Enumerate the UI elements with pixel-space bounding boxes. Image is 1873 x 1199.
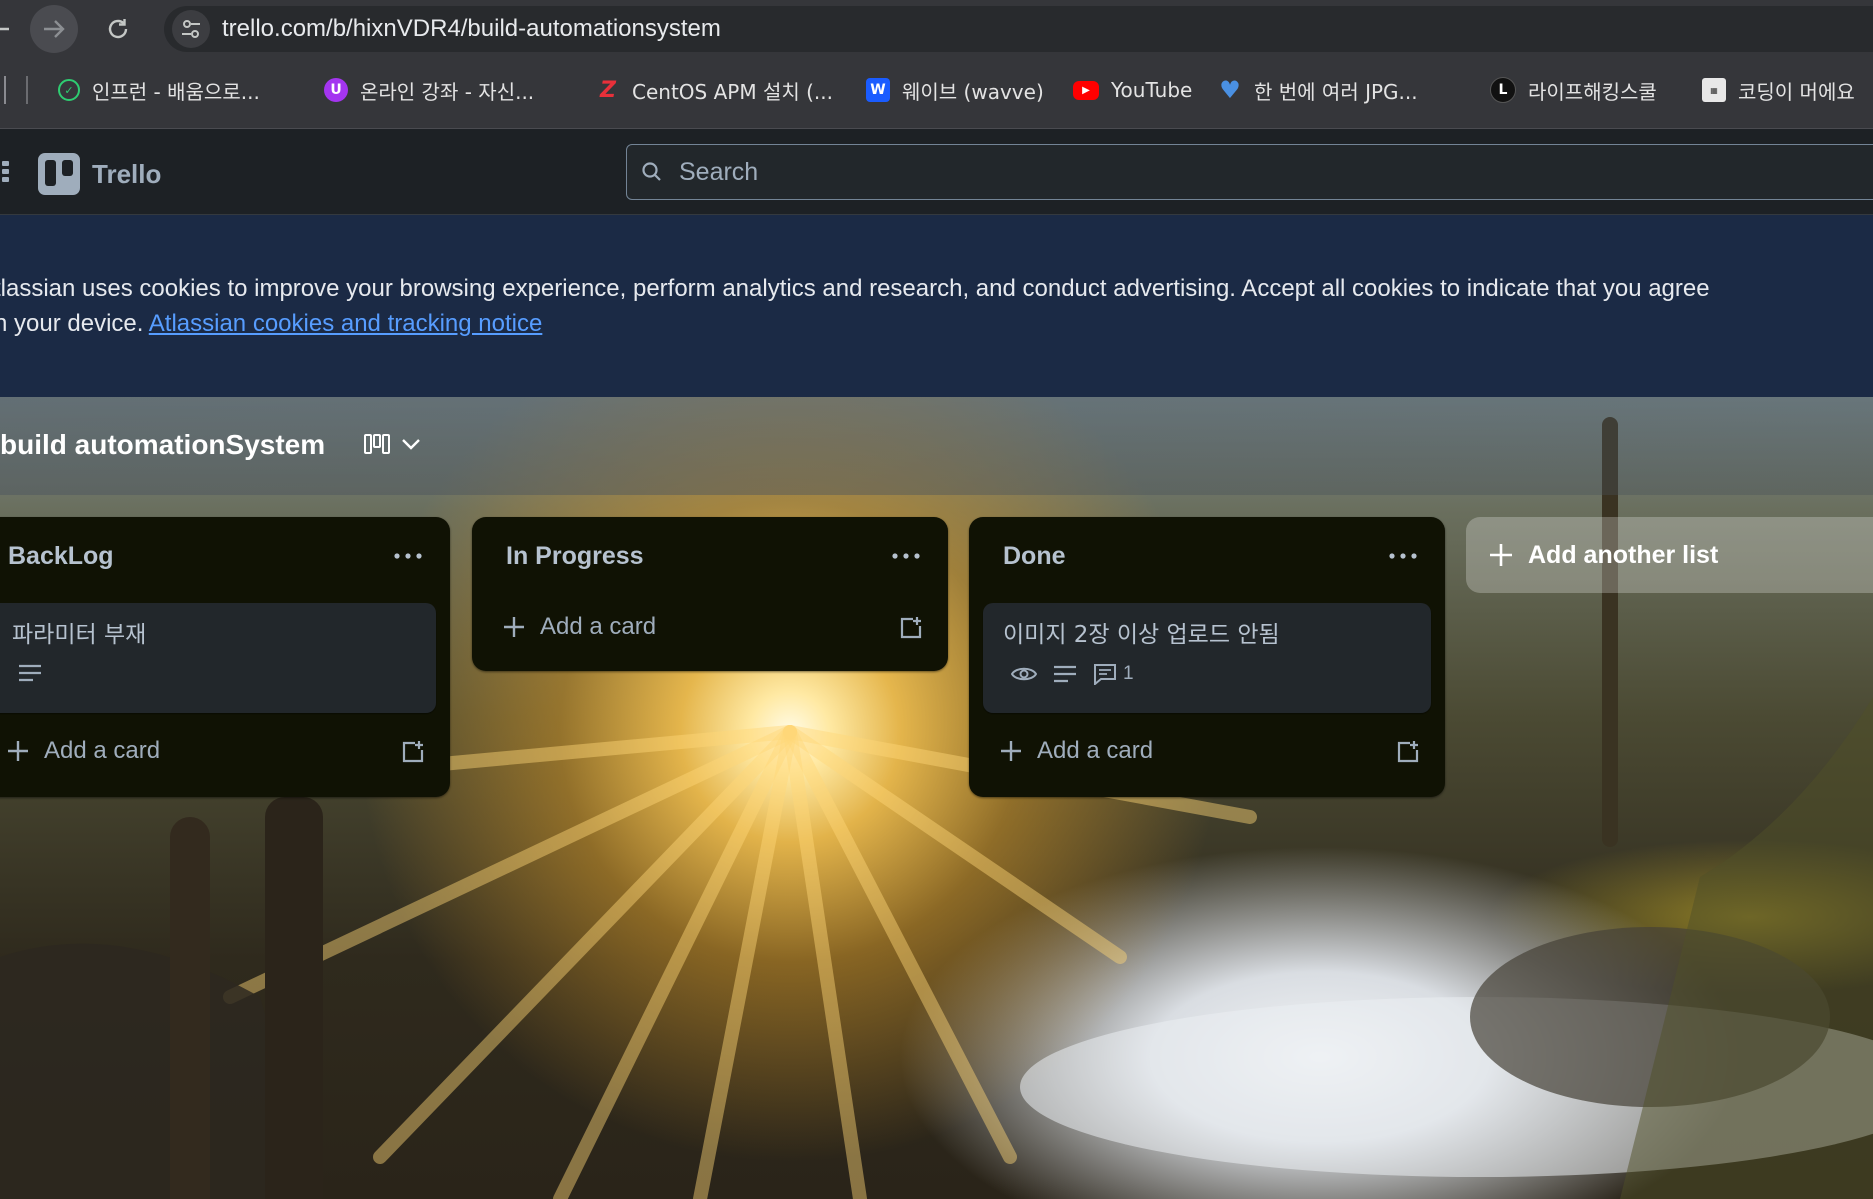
card-title: 이미지 2장 이상 업로드 안됨 [1003, 622, 1280, 648]
list-backlog: BackLog 파라미터 부재 Add a card [0, 517, 450, 797]
card[interactable]: 이미지 2장 이상 업로드 안됨 1 [983, 603, 1431, 713]
app-switcher-icon[interactable] [0, 161, 12, 183]
bookmarks-separator [26, 76, 28, 104]
forward-button[interactable] [30, 5, 78, 53]
board-view-icon[interactable] [364, 434, 390, 454]
plus-icon [8, 741, 28, 761]
reload-button[interactable] [94, 5, 142, 53]
bookmark-label: CentOS APM 설치 (... [632, 79, 833, 104]
bookmark-youtube[interactable]: ▶ YouTube [1073, 72, 1192, 108]
card-badges [18, 663, 42, 683]
list-menu-button[interactable] [388, 539, 428, 573]
search-box[interactable] [626, 144, 1873, 200]
apps-bookmark-icon[interactable] [0, 76, 6, 104]
cookie-text: tlassian uses cookies to improve your br… [0, 271, 1873, 341]
bookmark-udemy[interactable]: U 온라인 강좌 - 자신... [324, 72, 534, 108]
search-input[interactable] [677, 156, 1681, 188]
trello-header: Trello [0, 129, 1873, 215]
bookmark-lifehacking[interactable]: L 라이프해킹스쿨 [1490, 72, 1657, 108]
list-in-progress: In Progress Add a card [472, 517, 948, 671]
more-horizontal-icon [892, 553, 920, 559]
card-template-icon[interactable] [400, 739, 426, 765]
bookmark-label: 인프런 - 배움으로... [92, 79, 260, 104]
heart-icon: ♥ [1219, 76, 1241, 104]
url-text: trello.com/b/hixnVDR4/build-automationsy… [222, 15, 721, 42]
trello-logo[interactable]: Trello [38, 153, 161, 195]
app-name: Trello [92, 158, 162, 189]
bookmark-wavve[interactable]: W 웨이브 (wavve) [866, 72, 1044, 108]
more-horizontal-icon [1389, 553, 1417, 559]
cookie-text-line1: tlassian uses cookies to improve your br… [0, 275, 1710, 302]
site-info-button[interactable] [172, 10, 210, 48]
tune-icon [182, 20, 200, 38]
search-icon [642, 162, 661, 181]
list-menu-button[interactable] [886, 539, 926, 573]
list-done: Done 이미지 2장 이상 업로드 안됨 1 Add a card [969, 517, 1445, 797]
url-field[interactable]: trello.com/b/hixnVDR4/build-automationsy… [164, 6, 1873, 52]
chevron-down-icon[interactable] [400, 437, 422, 451]
add-card-button[interactable]: Add a card [0, 727, 436, 775]
bookmark-inflearn[interactable]: ✓ 인프런 - 배움으로... [58, 72, 260, 108]
wavve-icon: W [866, 78, 890, 102]
plus-icon [1001, 741, 1021, 761]
bookmark-label: 라이프해킹스쿨 [1528, 79, 1657, 104]
more-horizontal-icon [394, 553, 422, 559]
browser-address-bar: trello.com/b/hixnVDR4/build-automationsy… [0, 0, 1873, 58]
add-list-label: Add another list [1528, 540, 1719, 569]
list-title[interactable]: In Progress [506, 542, 644, 571]
description-icon [1054, 665, 1076, 683]
watch-eye-icon [1011, 667, 1037, 681]
board-header: build automationSystem [0, 397, 1873, 495]
add-card-button[interactable]: Add a card [486, 603, 934, 651]
card[interactable]: 파라미터 부재 [0, 603, 436, 713]
bookmark-centos-apm[interactable]: Z CentOS APM 설치 (... [596, 72, 833, 108]
back-button[interactable] [0, 5, 24, 53]
board: build automationSystem BackLog 파라미터 부재 A… [0, 397, 1873, 1199]
comment-icon [1094, 664, 1116, 685]
coding-icon: ▦ [1702, 78, 1726, 102]
description-icon [19, 664, 41, 682]
plus-icon [504, 617, 524, 637]
card-badges: 1 [1011, 663, 1134, 685]
bookmark-label: 한 번에 여러 JPG... [1254, 79, 1418, 104]
card-title: 파라미터 부재 [12, 622, 147, 648]
inflearn-icon: ✓ [58, 79, 80, 101]
cookie-notice-link[interactable]: Atlassian cookies and tracking notice [149, 310, 543, 337]
list-title[interactable]: Done [1003, 542, 1066, 571]
bookmark-coding[interactable]: ▦ 코딩이 머에요 [1702, 72, 1855, 108]
l-icon: L [1490, 77, 1516, 103]
cookie-text-line2: n your device. [0, 310, 149, 337]
udemy-icon: U [324, 78, 348, 102]
plus-icon [1490, 544, 1512, 566]
comment-count: 1 [1123, 663, 1134, 684]
cookie-banner: tlassian uses cookies to improve your br… [0, 215, 1873, 397]
trello-logo-icon [38, 153, 80, 195]
z-icon: Z [600, 77, 616, 103]
add-list-button[interactable]: Add another list [1466, 517, 1873, 593]
add-card-label: Add a card [540, 613, 657, 640]
bookmark-jpg-tool[interactable]: ♥ 한 번에 여러 JPG... [1218, 72, 1418, 108]
bookmarks-bar: ✓ 인프런 - 배움으로... U 온라인 강좌 - 자신... Z CentO… [0, 58, 1873, 129]
youtube-icon: ▶ [1073, 80, 1099, 100]
add-card-label: Add a card [1037, 737, 1154, 764]
list-title[interactable]: BackLog [8, 542, 114, 571]
arrow-right-icon [44, 20, 65, 38]
arrow-left-icon [0, 27, 9, 31]
reload-icon [108, 19, 128, 39]
card-template-icon[interactable] [1395, 739, 1421, 765]
bookmark-label: 온라인 강좌 - 자신... [360, 79, 535, 104]
bookmark-label: 코딩이 머에요 [1738, 79, 1855, 104]
board-name[interactable]: build automationSystem [0, 429, 325, 461]
bookmark-label: 웨이브 (wavve) [902, 79, 1044, 104]
card-template-icon[interactable] [898, 615, 924, 641]
tree-trunk [170, 817, 210, 1199]
list-menu-button[interactable] [1383, 539, 1423, 573]
add-card-label: Add a card [44, 737, 161, 764]
tree-trunk [265, 797, 323, 1199]
add-card-button[interactable]: Add a card [983, 727, 1431, 775]
bookmark-label: YouTube [1111, 78, 1193, 102]
